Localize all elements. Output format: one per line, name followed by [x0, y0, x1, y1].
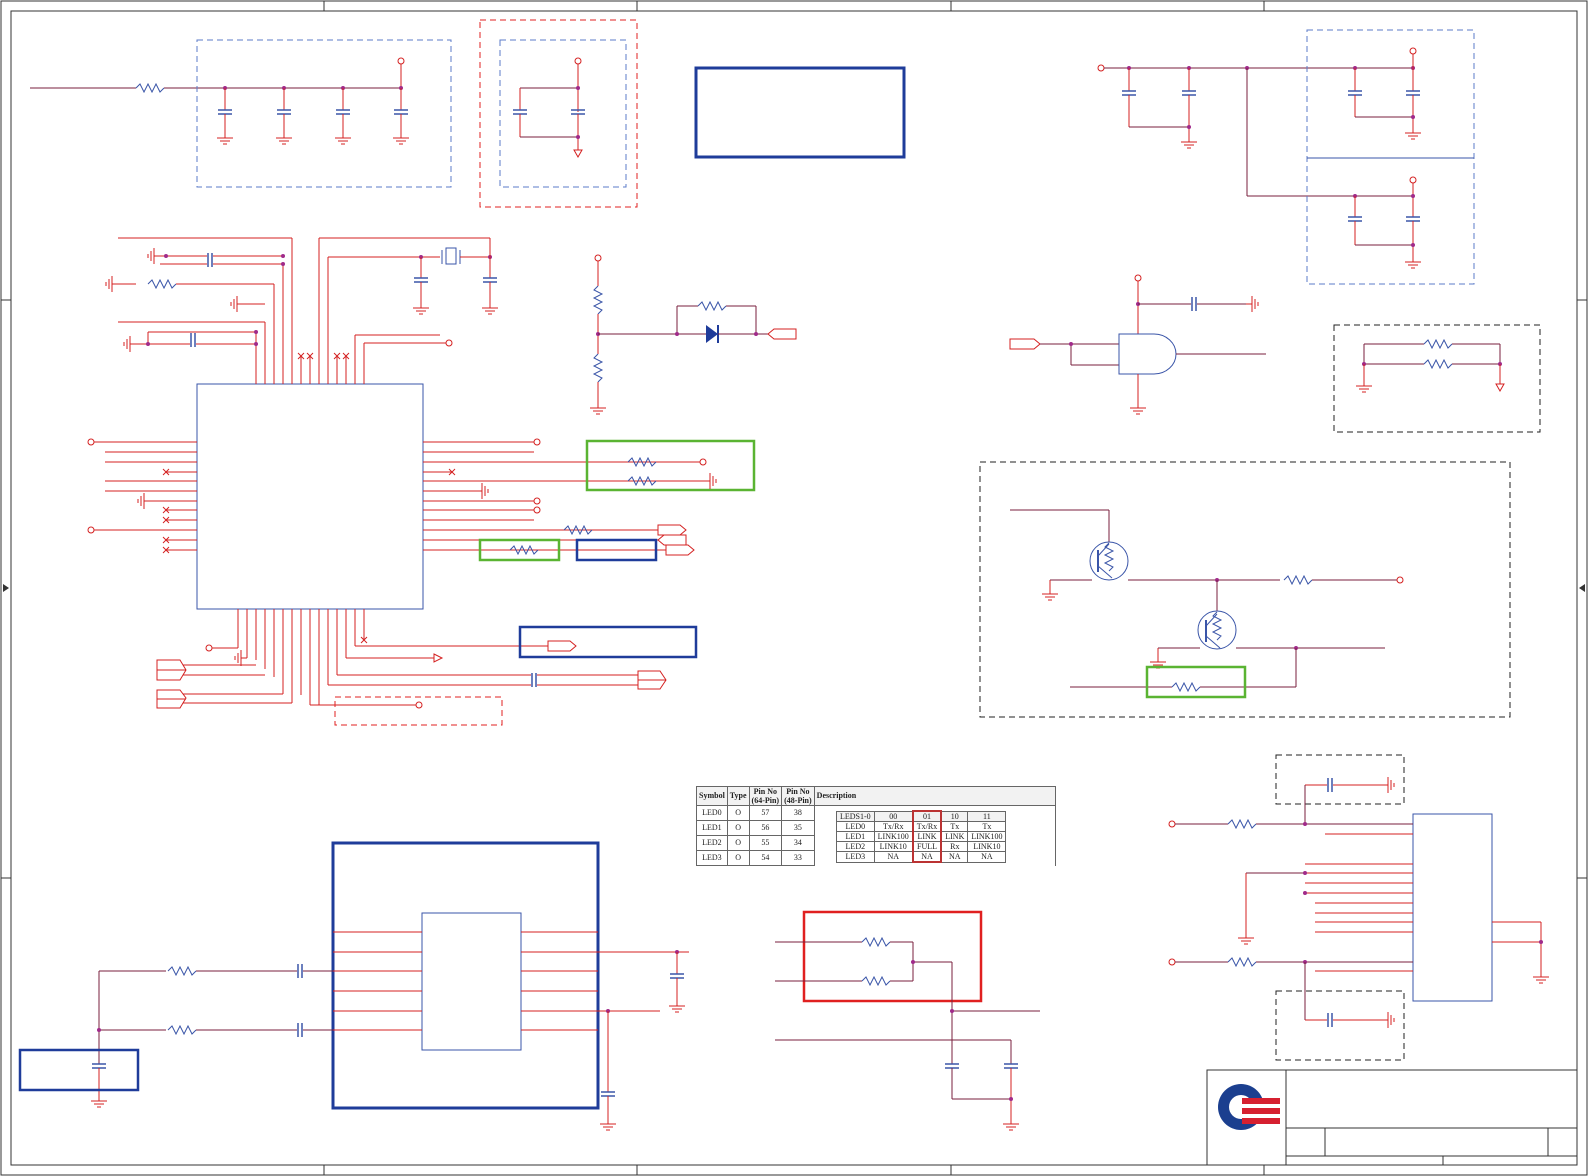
main-controller-ic [87, 238, 704, 705]
cell: 56 [748, 820, 783, 836]
led-mode-table: LEDS1-0 00 01 10 11 LED0 Tx/Rx Tx/Rx Tx … [836, 810, 1007, 863]
pwr-cap-group [479, 19, 638, 208]
cell: Rx [940, 841, 969, 852]
cell: Tx [967, 821, 1007, 832]
cell: O [726, 820, 750, 836]
cell: LEDS1-0 [836, 810, 875, 822]
cell: LINK100 [967, 831, 1007, 842]
col-header: Symbol [696, 786, 728, 806]
cell: Tx/Rx [911, 821, 943, 832]
col-header: Type [726, 786, 750, 806]
reset-divider-circuit [589, 254, 797, 415]
cell: LED0 [836, 821, 875, 832]
cell: LINK10 [967, 841, 1007, 852]
cell: NA [940, 851, 969, 863]
cell: 55 [748, 835, 783, 851]
cell: LINK [911, 831, 943, 842]
schematic-sheet: Symbol Type Pin No (64-Pin) Pin No (48-P… [0, 0, 1588, 1176]
col-header: Pin No (64-Pin) [748, 786, 783, 806]
cell: Tx [940, 821, 969, 832]
led-table-region: Symbol Type Pin No (64-Pin) Pin No (48-P… [696, 786, 1056, 866]
cell: 35 [781, 820, 815, 836]
magnetics-transformer-block [18, 841, 689, 1131]
cell: LED0 [696, 805, 728, 821]
cell: O [726, 805, 750, 821]
cell: 54 [748, 850, 783, 866]
cell: 10 [940, 810, 969, 822]
cell: 00 [873, 810, 914, 822]
cell: 01 [911, 810, 943, 822]
col-header: Pin No (48-Pin) [781, 786, 815, 806]
col-header: Description [813, 786, 1056, 806]
cell: FULL [911, 841, 943, 852]
cell: LED3 [836, 851, 875, 863]
cell: 57 [748, 805, 783, 821]
cell: 33 [781, 850, 815, 866]
led-resistor-highlight [585, 439, 756, 492]
cell: NA [911, 851, 943, 863]
decoupling-cap-group [30, 39, 452, 188]
cell: LED2 [836, 841, 875, 852]
cell: 38 [781, 805, 815, 821]
and-gate-circuit [1009, 274, 1266, 415]
cell: NA [873, 851, 914, 863]
parallel-resistor-option [1333, 324, 1541, 433]
cell: LED1 [696, 820, 728, 836]
cell: 11 [967, 810, 1007, 822]
termination-resistors [775, 910, 1040, 1131]
cell: LINK [940, 831, 969, 842]
note-box-top [694, 66, 906, 159]
cell: LED3 [696, 850, 728, 866]
power-rail-caps [1097, 29, 1475, 285]
cell: LED2 [696, 835, 728, 851]
crystal-osc-circuit [105, 237, 499, 353]
cell: NA [967, 851, 1007, 863]
cell: 34 [781, 835, 815, 851]
cell: LINK100 [873, 831, 914, 842]
cell: LINK10 [873, 841, 914, 852]
cell: LED1 [836, 831, 875, 842]
cell: Tx/Rx [873, 821, 914, 832]
cell: O [726, 850, 750, 866]
connector-block [1168, 754, 1550, 1061]
cell: O [726, 835, 750, 851]
transistor-driver-circuit [979, 461, 1511, 718]
